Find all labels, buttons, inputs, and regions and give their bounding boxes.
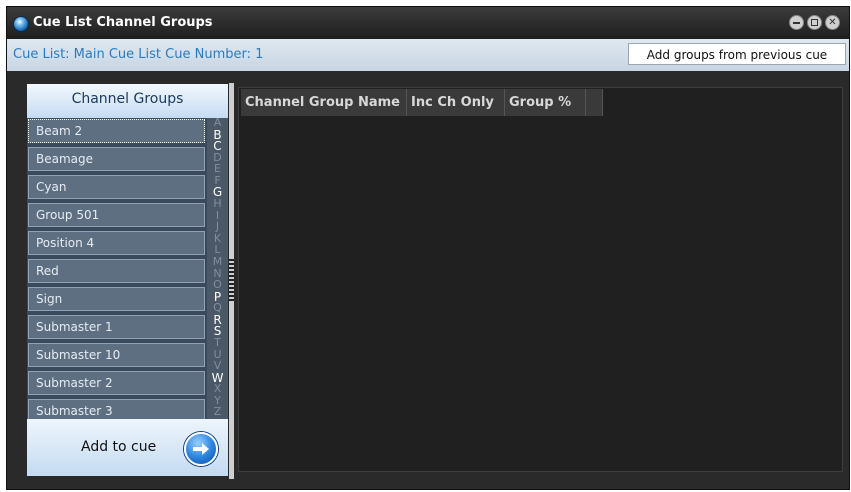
alphabet-letter[interactable]: J [207,221,228,232]
column-header[interactable]: Inc Ch Only [407,89,505,116]
alphabet-letter[interactable]: T [207,337,228,348]
alphabet-letter[interactable]: C [207,140,228,152]
alphabet-letter[interactable]: P [207,291,228,303]
channel-group-item[interactable]: Sign [28,287,205,311]
alphabet-letter[interactable]: W [207,372,228,384]
add-to-cue-label: Add to cue [81,439,157,455]
channel-group-item[interactable]: Position 4 [28,231,205,255]
cue-info-bar: Cue List: Main Cue List Cue Number: 1 Ad… [7,39,849,71]
alphabet-letter[interactable]: Q [207,302,228,313]
alphabet-letter[interactable]: Z [207,406,228,417]
close-button[interactable]: ✕ [825,15,840,30]
app-globe-icon [13,16,29,32]
channel-groups-header: Channel Groups [27,84,228,118]
minimize-button[interactable] [789,15,804,30]
title-bar[interactable]: Cue List Channel Groups ✕ [7,7,849,39]
alphabet-letter[interactable]: Y [207,395,228,406]
cue-list-channel-groups-window: Cue List Channel Groups ✕ Cue List: Main… [6,6,850,490]
alphabet-letter[interactable]: X [207,383,228,394]
arrow-right-icon[interactable] [184,432,218,466]
alphabet-letter[interactable]: U [207,349,228,360]
channel-group-item[interactable]: Beam 2 [28,119,205,143]
alphabet-letter[interactable]: S [207,325,228,337]
alphabet-letter[interactable]: G [207,186,228,198]
alphabet-letter[interactable]: L [207,244,228,255]
channel-group-item[interactable]: Beamage [28,147,205,171]
alphabet-letter[interactable]: M [207,256,228,267]
alphabet-letter[interactable]: O [207,279,228,290]
add-groups-from-previous-cue-button[interactable]: Add groups from previous cue [628,43,846,65]
channel-group-item[interactable]: Cyan [28,175,205,199]
cue-info-text: Cue List: Main Cue List Cue Number: 1 [13,47,264,62]
alphabet-letter[interactable]: K [207,233,228,244]
channel-groups-panel: Channel Groups Beam 2 Beamage Cyan Group 50… [27,84,228,476]
alphabet-letter[interactable]: N [207,268,228,279]
channel-group-item[interactable]: Submaster 3 [28,399,205,419]
alphabet-letter[interactable]: A [207,118,228,128]
panel-splitter[interactable] [229,83,234,479]
column-header[interactable] [586,89,603,116]
column-header[interactable]: Group % [505,89,586,116]
channel-group-item[interactable]: Submaster 1 [28,315,205,339]
alphabet-index[interactable]: ABCDEFGHIJKLMNOPQRSTUVWXYZ [207,118,228,419]
maximize-button[interactable] [807,15,822,30]
column-header[interactable]: Channel Group Name [241,89,407,116]
cue-groups-table[interactable]: Channel Group Name Inc Ch Only Group % [238,87,843,472]
channel-group-item[interactable]: Red [28,259,205,283]
alphabet-letter[interactable]: B [207,129,228,141]
alphabet-letter[interactable]: H [207,198,228,209]
alphabet-letter[interactable]: V [207,360,228,371]
alphabet-letter[interactable]: E [207,163,228,174]
alphabet-letter[interactable]: F [207,175,228,186]
channel-group-item[interactable]: Submaster 2 [28,371,205,395]
alphabet-letter[interactable]: D [207,152,228,163]
alphabet-letter[interactable]: R [207,314,228,326]
window-title: Cue List Channel Groups [33,15,213,30]
add-to-cue-button[interactable]: Add to cue [27,419,228,476]
alphabet-letter[interactable]: I [207,210,228,221]
channel-group-list[interactable]: Beam 2 Beamage Cyan Group 501 Position 4 Red S… [27,118,207,419]
splitter-grip[interactable] [229,259,234,303]
channel-group-item[interactable]: Submaster 10 [28,343,205,367]
channel-group-item[interactable]: Group 501 [28,203,205,227]
